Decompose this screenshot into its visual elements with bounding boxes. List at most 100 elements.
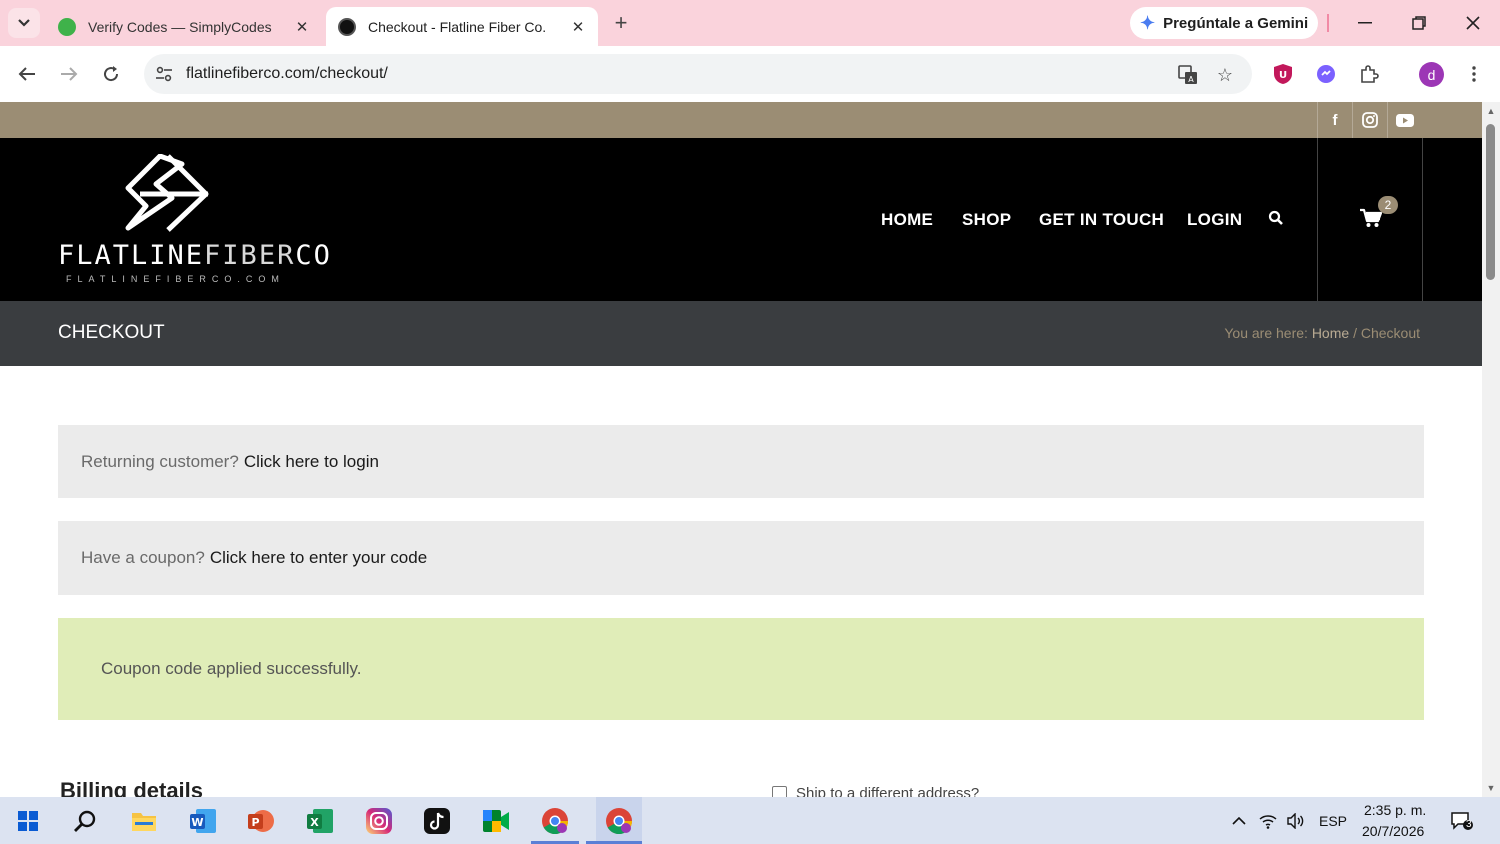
page-title-bar: CHECKOUT You are here: Home / Checkout — [0, 301, 1482, 366]
close-icon — [1466, 16, 1480, 30]
site-header: FLATLINEFIBERCO FLATLINEFIBERCO.COM HOME… — [0, 138, 1482, 301]
returning-customer-notice: Returning customer? Click here to login — [58, 425, 1424, 498]
breadcrumb-prefix: You are here: — [1224, 325, 1308, 341]
excel-icon[interactable]: X — [303, 804, 337, 838]
ship-different-address[interactable]: Ship to a different address? — [772, 785, 979, 797]
address-bar[interactable]: flatlinefiberco.com/checkout/ A ☆ — [144, 54, 1252, 94]
close-tab-icon[interactable]: ✕ — [294, 18, 310, 36]
success-message: Coupon code applied successfully. — [58, 618, 1424, 720]
browser-tab-strip: Verify Codes — SimplyCodes ✕ Checkout - … — [0, 0, 1500, 46]
word-icon[interactable]: W — [186, 804, 220, 838]
windows-taskbar: W P X ESP 2:35 p. m. 20/7/2026 3 — [0, 797, 1500, 844]
gemini-sparkle-icon: ✦ — [1140, 12, 1156, 33]
divider — [1327, 14, 1329, 32]
instagram-app-icon[interactable] — [362, 804, 396, 838]
scrollbar-thumb[interactable] — [1486, 124, 1495, 280]
svg-text:W: W — [191, 816, 203, 829]
translate-icon[interactable]: A — [1177, 64, 1199, 86]
site-info-icon[interactable] — [152, 62, 176, 86]
minimize-button[interactable] — [1345, 8, 1385, 38]
tiktok-icon[interactable] — [420, 804, 454, 838]
close-tab-icon[interactable]: ✕ — [570, 18, 586, 36]
restore-icon — [1412, 16, 1426, 30]
reload-button[interactable] — [96, 59, 126, 89]
ship-different-address-label: Ship to a different address? — [796, 785, 980, 797]
extension-purple-icon[interactable] — [1314, 62, 1338, 86]
chevron-down-icon — [18, 19, 30, 27]
login-link[interactable]: Click here to login — [244, 452, 379, 472]
svg-text:P: P — [251, 816, 259, 829]
flatline-logo-icon — [125, 154, 209, 232]
success-message-text: Coupon code applied successfully. — [101, 659, 362, 678]
menu-login[interactable]: LOGIN — [1187, 210, 1242, 230]
tab-title: Verify Codes — SimplyCodes — [88, 18, 272, 35]
svg-text:X: X — [310, 816, 319, 829]
file-explorer-icon[interactable] — [127, 804, 161, 838]
input-language[interactable]: ESP — [1319, 813, 1347, 829]
ublock-extension-icon[interactable]: U — [1271, 62, 1295, 86]
page-scrollbar[interactable]: ▲ ▼ — [1482, 102, 1500, 797]
menu-shop[interactable]: SHOP — [962, 210, 1011, 230]
simplycodes-favicon-icon — [58, 17, 76, 36]
cart-button[interactable]: 2 — [1317, 138, 1423, 301]
gemini-button[interactable]: ✦ Pregúntale a Gemini — [1130, 7, 1318, 39]
reload-icon — [104, 66, 119, 82]
chrome-icon[interactable] — [538, 804, 572, 838]
browser-menu-icon[interactable] — [1462, 62, 1486, 86]
bookmark-star-icon[interactable]: ☆ — [1214, 64, 1236, 86]
powerpoint-icon[interactable]: P — [244, 804, 278, 838]
breadcrumb: You are here: Home / Checkout — [1224, 325, 1420, 341]
url-text: flatlinefiberco.com/checkout/ — [186, 65, 388, 82]
close-window-button[interactable] — [1453, 8, 1493, 38]
tab-simplycodes[interactable]: Verify Codes — SimplyCodes ✕ — [46, 7, 322, 46]
volume-icon[interactable] — [1284, 804, 1308, 838]
cart-count-badge: 2 — [1378, 196, 1398, 214]
search-icon[interactable] — [1268, 210, 1288, 230]
enter-coupon-link[interactable]: Click here to enter your code — [210, 548, 427, 568]
logo-word-flatline: FLATLINE — [58, 240, 205, 271]
profile-avatar[interactable]: d — [1419, 62, 1444, 87]
tab-search-button[interactable] — [8, 8, 40, 38]
flatline-favicon-icon — [338, 17, 356, 36]
minimize-icon — [1358, 22, 1372, 24]
browser-toolbar: flatlinefiberco.com/checkout/ A ☆ U d — [0, 46, 1500, 102]
facebook-icon[interactable]: f — [1317, 102, 1352, 138]
coupon-notice: Have a coupon? Click here to enter your … — [58, 521, 1424, 595]
meet-icon[interactable] — [479, 804, 513, 838]
menu-get-in-touch[interactable]: GET IN TOUCH — [1039, 210, 1164, 230]
logo-wordmark: FLATLINEFIBERCO — [58, 240, 332, 271]
windows-start-icon[interactable] — [11, 804, 45, 838]
gemini-label: Pregúntale a Gemini — [1163, 14, 1309, 32]
clock-time[interactable]: 2:35 p. m. — [1364, 802, 1426, 818]
scroll-up-icon[interactable]: ▲ — [1486, 106, 1496, 116]
svg-text:A: A — [1188, 75, 1194, 84]
ship-different-address-checkbox[interactable] — [772, 786, 787, 797]
menu-home[interactable]: HOME — [881, 210, 933, 230]
scroll-down-icon[interactable]: ▼ — [1486, 783, 1496, 793]
youtube-icon[interactable] — [1387, 102, 1422, 138]
search-icon[interactable] — [68, 804, 102, 838]
new-tab-button[interactable]: + — [608, 10, 634, 36]
forward-button[interactable] — [54, 59, 84, 89]
breadcrumb-separator: / — [1353, 325, 1357, 341]
logo-domain: FLATLINEFIBERCO.COM — [66, 274, 285, 284]
web-page: f FLATLINEFIBERCO FLATLINEFIBERCO.COM HO… — [0, 102, 1482, 797]
breadcrumb-current: Checkout — [1360, 325, 1420, 341]
chrome-active-icon[interactable] — [596, 797, 642, 844]
back-button[interactable] — [12, 59, 42, 89]
instagram-icon[interactable] — [1352, 102, 1387, 138]
breadcrumb-home-link[interactable]: Home — [1312, 325, 1349, 341]
svg-text:U: U — [1279, 70, 1287, 81]
wifi-icon[interactable] — [1256, 804, 1280, 838]
extensions-puzzle-icon[interactable] — [1357, 62, 1381, 86]
tab-checkout[interactable]: Checkout - Flatline Fiber Co. ✕ — [326, 7, 598, 46]
arrow-right-icon — [61, 67, 78, 81]
coupon-text: Have a coupon? — [81, 548, 205, 567]
tray-chevron-up-icon[interactable] — [1227, 804, 1251, 838]
restore-button[interactable] — [1399, 8, 1439, 38]
site-logo[interactable]: FLATLINEFIBERCO FLATLINEFIBERCO.COM — [56, 152, 330, 288]
tab-title: Checkout - Flatline Fiber Co. — [368, 18, 547, 35]
notifications-icon[interactable]: 3 — [1447, 804, 1477, 838]
clock-date[interactable]: 20/7/2026 — [1362, 823, 1424, 839]
page-title: CHECKOUT — [58, 322, 165, 343]
